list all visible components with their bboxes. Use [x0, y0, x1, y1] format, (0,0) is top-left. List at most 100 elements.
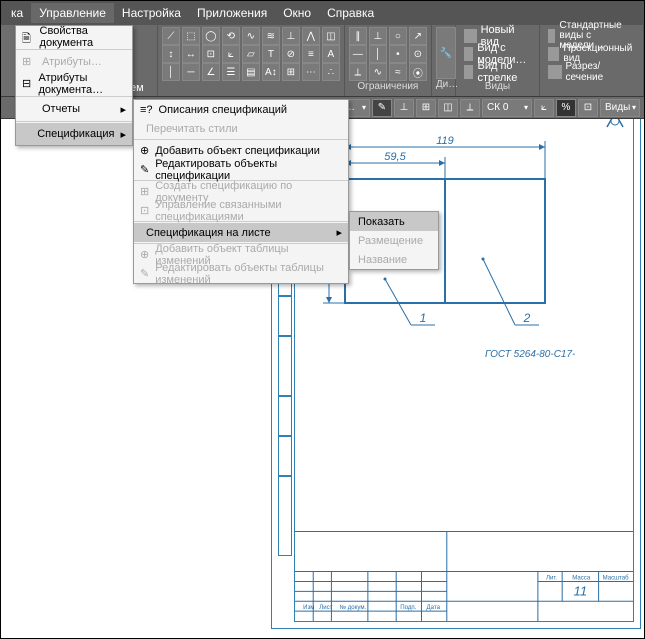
- manage-spec-icon: ⊡: [140, 204, 149, 217]
- ribbon-btn[interactable]: ⋯: [302, 63, 320, 81]
- ribbon-btn[interactable]: ◯: [202, 27, 220, 45]
- ribbon-btn[interactable]: ⟀: [222, 45, 240, 63]
- menu-attributes[interactable]: ⊞Атрибуты…: [16, 51, 132, 73]
- dim-119: 119: [436, 135, 454, 147]
- spec-desc-icon: ≡?: [140, 104, 153, 116]
- ribbon-group-restrict: Ограничения: [349, 81, 427, 95]
- ribbon-btn[interactable]: ∠: [202, 63, 220, 81]
- menu-management[interactable]: Управление: [31, 3, 114, 23]
- menu-edit-change-table[interactable]: ✎Редактировать объекты таблицы изменений: [134, 264, 348, 283]
- ribbon-btn[interactable]: ⟲: [222, 27, 240, 45]
- sb-btn[interactable]: ⟂: [460, 99, 480, 117]
- ribbon-btn[interactable]: ⊞: [282, 63, 300, 81]
- ribbon-btn[interactable]: ⊙: [409, 45, 427, 63]
- ribbon-btn[interactable]: ⊡: [202, 45, 220, 63]
- menu-manage-linked-spec[interactable]: ⊡Управление связанными спецификациями: [134, 201, 348, 220]
- sb-btn[interactable]: ⊞: [416, 99, 436, 117]
- svg-text:№ докум.: № докум.: [340, 604, 367, 611]
- ribbon-btn[interactable]: ⊥: [369, 27, 387, 45]
- menu-doc-properties[interactable]: 🗎Свойства документа: [16, 26, 132, 48]
- menu-apps[interactable]: Приложения: [189, 3, 275, 23]
- ribbon-btn[interactable]: ⊥: [282, 27, 300, 45]
- menu-specification[interactable]: Спецификация▸: [16, 123, 132, 145]
- sb-btn[interactable]: ⊥: [394, 99, 414, 117]
- dim-595: 59,5: [384, 151, 406, 163]
- ribbon-btn[interactable]: ⟂: [349, 63, 367, 81]
- gost-annotation: ГОСТ 5264-80-С17-…: [485, 349, 575, 360]
- ribbon-btn[interactable]: ↗: [409, 27, 427, 45]
- ribbon-btn[interactable]: ─: [182, 63, 200, 81]
- section-icon: [548, 65, 561, 79]
- chevron-right-icon: ▸: [120, 103, 126, 116]
- ribbon-btn[interactable]: ⊘: [282, 45, 300, 63]
- chevron-right-icon: ▸: [120, 128, 126, 141]
- doc-attributes-icon: ⊟: [22, 77, 33, 91]
- ribbon-btn[interactable]: ∥: [349, 27, 367, 45]
- ribbon-btn[interactable]: ≈: [389, 63, 407, 81]
- ribbon-group-views: Виды: [460, 81, 535, 95]
- ribbon-btn[interactable]: ≋: [262, 27, 280, 45]
- ribbon-btn[interactable]: —: [349, 45, 367, 63]
- ribbon-btn[interactable]: ▤: [242, 63, 260, 81]
- spec-on-sheet-submenu: Показать Размещение Название: [349, 211, 439, 270]
- layer-combo[interactable]: СК 0: [482, 99, 532, 117]
- ribbon-btn[interactable]: ≡: [302, 45, 320, 63]
- sb-btn[interactable]: ◫: [438, 99, 458, 117]
- svg-text:Подп.: Подп.: [400, 605, 416, 611]
- menu-help[interactable]: Справка: [319, 3, 382, 23]
- menu-show[interactable]: Показать: [350, 212, 438, 231]
- menu-spec-descriptions[interactable]: ≡?Описания спецификаций: [134, 100, 348, 119]
- sb-btn[interactable]: ⟀: [534, 99, 554, 117]
- menu-name[interactable]: Название: [350, 250, 438, 269]
- diag-button[interactable]: 🔧: [436, 27, 456, 79]
- menu-settings[interactable]: Настройка: [114, 3, 189, 23]
- ribbon-btn[interactable]: ◫: [322, 27, 340, 45]
- management-menu: 🗎Свойства документа ⊞Атрибуты… ⊟Атрибуты…: [15, 25, 133, 146]
- ribbon-btn[interactable]: A↕: [262, 63, 280, 81]
- arrow-view-icon: [464, 65, 474, 79]
- ribbon-btn[interactable]: ☰: [222, 63, 240, 81]
- ribbon-btn[interactable]: ∴: [322, 63, 340, 81]
- ribbon-btn[interactable]: ↕: [162, 45, 180, 63]
- menu-reports[interactable]: Отчеты▸: [16, 98, 132, 120]
- pencil-icon[interactable]: ✎: [372, 99, 392, 117]
- roughness-symbol-icon: [603, 119, 627, 131]
- sb-btn[interactable]: ⊡: [578, 99, 598, 117]
- title-block: Изм Лист № докум. Подп. Дата Лит. Масса …: [295, 531, 633, 621]
- create-spec-icon: ⊞: [140, 185, 149, 198]
- views-combo[interactable]: Виды: [600, 99, 640, 117]
- ribbon-btn[interactable]: ∿: [369, 63, 387, 81]
- menu-window[interactable]: Окно: [275, 3, 319, 23]
- ribbon-btn[interactable]: ⬚: [182, 27, 200, 45]
- attributes-icon: ⊞: [22, 55, 36, 69]
- ribbon-btn[interactable]: ▱: [242, 45, 260, 63]
- specification-submenu: ≡?Описания спецификаций Перечитать стили…: [133, 99, 349, 284]
- ribbon-btn[interactable]: ○: [389, 27, 407, 45]
- menu-spec-on-sheet[interactable]: Спецификация на листе▸: [134, 223, 348, 242]
- ribbon-btn[interactable]: ⦿: [409, 63, 427, 81]
- menu-truncated[interactable]: ка: [3, 3, 31, 23]
- menu-placement[interactable]: Размещение: [350, 231, 438, 250]
- menu-doc-attributes[interactable]: ⊟Атрибуты документа…: [16, 73, 132, 95]
- svg-text:Дата: Дата: [427, 605, 441, 611]
- proj-view-icon: [548, 47, 559, 61]
- ribbon-group-diag: Ди…: [436, 79, 451, 93]
- menu-reread-styles[interactable]: Перечитать стили: [134, 119, 348, 138]
- ribbon-btn[interactable]: T: [262, 45, 280, 63]
- ribbon-btn[interactable]: •: [389, 45, 407, 63]
- ribbon-btn[interactable]: ⟋: [162, 27, 180, 45]
- menubar: ка Управление Настройка Приложения Окно …: [1, 1, 644, 25]
- section-button[interactable]: Разрез/сечение: [544, 63, 639, 81]
- ribbon-btn[interactable]: ↔: [182, 45, 200, 63]
- new-view-icon: [464, 29, 477, 43]
- ribbon-btn[interactable]: │: [162, 63, 180, 81]
- menu-edit-spec-objects[interactable]: ✎Редактировать объекты спецификации: [134, 160, 348, 179]
- callout-1: 1: [420, 311, 427, 325]
- ribbon-btn[interactable]: A: [322, 45, 340, 63]
- callout-2: 2: [523, 311, 531, 325]
- sb-btn[interactable]: %: [556, 99, 576, 117]
- ribbon-btn[interactable]: ⋀: [302, 27, 320, 45]
- arrow-view-button[interactable]: Вид по стрелке: [460, 63, 535, 81]
- ribbon-btn[interactable]: ∿: [242, 27, 260, 45]
- ribbon-btn[interactable]: │: [369, 45, 387, 63]
